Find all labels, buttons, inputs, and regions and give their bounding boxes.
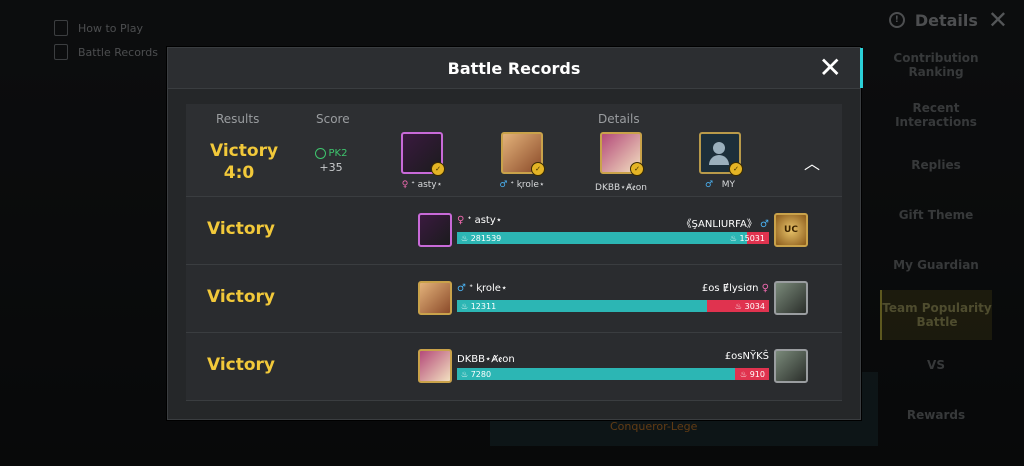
player-name-text: ᕀ asty⋆ xyxy=(411,180,443,190)
male-icon: ♂ xyxy=(457,283,466,294)
summary-row[interactable]: Results Score Details Victory 4:0 PK2 +3… xyxy=(186,104,842,197)
dialog-title: Battle Records xyxy=(447,58,581,78)
summary-score: PK2 +35 xyxy=(310,148,352,174)
records-list: Results Score Details Victory 4:0 PK2 +3… xyxy=(186,104,842,401)
player-slot[interactable]: ✓ DKBB⋆Ⱥꬲon xyxy=(581,132,661,193)
right-score-bar: ♨ 3034 xyxy=(706,300,769,312)
left-points: 281539 xyxy=(470,233,502,243)
right-player: 《ŞANLIURFA》 ♂ xyxy=(682,215,769,230)
left-player-name: ᕀ asty⋆ xyxy=(467,215,503,226)
player-slot[interactable]: ✓ ♀ ᕀ asty⋆ xyxy=(382,132,462,190)
flame-icon: ♨ xyxy=(734,301,743,311)
avatar xyxy=(774,281,808,315)
avatar xyxy=(418,281,452,315)
match-result: Victory xyxy=(206,287,276,307)
avatar: ✓ xyxy=(600,132,644,176)
left-points: 12311 xyxy=(470,301,497,311)
result-tally: 4:0 xyxy=(223,163,255,183)
player-slot[interactable]: ✓ ♂ ᕀ ⱪrole⋆ xyxy=(482,132,562,190)
flame-icon: ♨ xyxy=(461,233,469,243)
dialog-header: Battle Records ✕ xyxy=(168,48,863,89)
right-player-name: £os Ɇlysiσn xyxy=(701,283,759,294)
left-player-name: ᕀ ⱪrole⋆ xyxy=(469,283,508,294)
score-bar: ♨ 7280 ♨ 910 xyxy=(457,368,769,380)
score-mode: PK2 xyxy=(310,148,352,159)
right-player-name: 《ŞANLIURFA》 xyxy=(681,219,757,230)
summary-result: Victory 4:0 xyxy=(210,140,279,184)
player-name: ♂ ᕀ ⱪrole⋆ xyxy=(482,180,562,190)
female-icon: ♀ xyxy=(457,215,465,226)
right-player: £osNŸKŜ xyxy=(725,351,769,365)
right-player-name: £osNŸKŜ xyxy=(724,351,769,362)
left-player-name: DKBB⋆Ⱥꬲon xyxy=(457,354,515,365)
battle-records-dialog: Battle Records ✕ Results Score Details V… xyxy=(167,47,863,420)
avatar xyxy=(774,349,808,383)
person-icon xyxy=(713,142,725,154)
female-icon: ♀ xyxy=(401,180,409,190)
avatar xyxy=(418,213,452,247)
right-points: 15031 xyxy=(739,233,765,243)
right-points: 3034 xyxy=(744,301,765,311)
result-label: Victory xyxy=(210,141,279,161)
avatar: ✓ xyxy=(401,132,445,176)
flame-icon: ♨ xyxy=(739,369,748,379)
score-bar: ♨ 12311 ♨ 3034 xyxy=(457,300,769,312)
column-score: Score xyxy=(316,112,350,126)
right-score-bar: ♨ 910 xyxy=(734,368,769,380)
left-player: ♀ ᕀ asty⋆ xyxy=(457,215,502,230)
verified-badge-icon: ✓ xyxy=(431,162,445,176)
score-delta: +35 xyxy=(319,161,343,174)
verified-badge-icon: ✓ xyxy=(531,162,545,176)
verified-badge-icon: ✓ xyxy=(729,162,743,176)
match-row[interactable]: Victory ♀ ᕀ asty⋆ 《ŞANLIURFA》 ♂ ♨ 281539… xyxy=(186,197,842,265)
mode-icon xyxy=(314,148,326,159)
left-points: 7280 xyxy=(470,369,492,379)
avatar: ✓ xyxy=(699,132,743,176)
male-icon: ♂ xyxy=(499,180,508,190)
left-player: DKBB⋆Ⱥꬲon xyxy=(457,351,515,365)
right-player: £os Ɇlysiσn ♀ xyxy=(702,283,769,294)
left-score-bar: ♨ 281539 xyxy=(457,232,748,244)
flame-icon: ♨ xyxy=(461,369,469,379)
match-result: Victory xyxy=(206,355,276,375)
mode-label: PK2 xyxy=(328,148,348,159)
column-details: Details xyxy=(598,112,640,126)
player-slot[interactable]: ✓ ♂ MY xyxy=(680,132,760,190)
player-name: ♂ MY xyxy=(680,180,760,190)
match-names: DKBB⋆Ⱥꬲon £osNŸKŜ xyxy=(457,351,769,365)
match-names: ♀ ᕀ asty⋆ 《ŞANLIURFA》 ♂ xyxy=(457,215,769,230)
right-points: 910 xyxy=(749,369,765,379)
female-icon: ♀ xyxy=(761,283,769,294)
player-name-text: MY xyxy=(721,180,735,190)
avatar: ✓ xyxy=(501,132,545,176)
close-icon[interactable]: ✕ xyxy=(819,52,842,84)
match-row[interactable]: Victory DKBB⋆Ⱥꬲon £osNŸKŜ ♨ 7280 ♨ 910 xyxy=(186,333,842,401)
male-icon: ♂ xyxy=(705,180,714,190)
match-row[interactable]: Victory ♂ ᕀ ⱪrole⋆ £os Ɇlysiσn ♀ ♨ 12311… xyxy=(186,265,842,333)
player-name: ♀ ᕀ asty⋆ xyxy=(382,180,462,190)
accent-edge xyxy=(860,48,863,88)
match-result: Victory xyxy=(206,219,276,239)
right-score-bar: ♨ 15031 xyxy=(730,232,769,244)
player-name: DKBB⋆Ⱥꬲon xyxy=(581,180,661,193)
player-name-text: ᕀ ⱪrole⋆ xyxy=(510,180,545,190)
male-icon: ♂ xyxy=(760,219,769,230)
player-name-text: DKBB⋆Ⱥꬲon xyxy=(595,183,647,193)
flame-icon: ♨ xyxy=(729,233,737,243)
chevron-up-icon[interactable]: ︿ xyxy=(804,150,820,174)
left-score-bar: ♨ 12311 xyxy=(457,300,707,312)
person-body xyxy=(709,155,729,165)
flame-icon: ♨ xyxy=(461,301,469,311)
column-results: Results xyxy=(216,112,260,126)
uc-avatar: UC xyxy=(774,213,808,247)
score-bar: ♨ 281539 ♨ 15031 xyxy=(457,232,769,244)
match-names: ♂ ᕀ ⱪrole⋆ £os Ɇlysiσn ♀ xyxy=(457,283,769,294)
avatar xyxy=(418,349,452,383)
left-player: ♂ ᕀ ⱪrole⋆ xyxy=(457,283,507,294)
left-score-bar: ♨ 7280 xyxy=(457,368,735,380)
verified-badge-icon: ✓ xyxy=(630,162,644,176)
